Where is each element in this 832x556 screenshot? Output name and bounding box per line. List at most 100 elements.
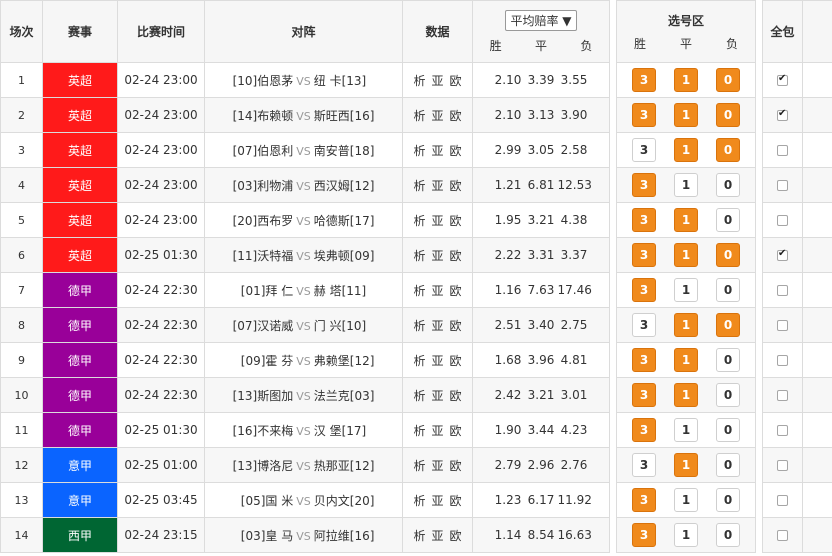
pick-draw-button[interactable]: 1 (674, 523, 698, 547)
pick-draw-button[interactable]: 1 (674, 68, 698, 92)
asian-odds-link[interactable]: 亚 (431, 424, 443, 438)
analysis-link[interactable]: 析 (413, 109, 425, 123)
pick-win-button[interactable]: 3 (632, 313, 656, 337)
pick-win-button[interactable]: 3 (632, 68, 656, 92)
home-team-link[interactable]: 布赖顿 (257, 109, 293, 123)
full-checkbox[interactable] (777, 460, 788, 471)
pick-win-button[interactable]: 3 (632, 173, 656, 197)
league-badge[interactable]: 英超 (42, 202, 118, 238)
asian-odds-link[interactable]: 亚 (431, 179, 443, 193)
pick-draw-button[interactable]: 1 (674, 138, 698, 162)
home-team-link[interactable]: 不来梅 (257, 424, 293, 438)
euro-odds-link[interactable]: 欧 (450, 144, 462, 158)
home-team-link[interactable]: 沃特福 (257, 249, 293, 263)
pick-lose-button[interactable]: 0 (716, 418, 740, 442)
league-badge[interactable]: 德甲 (42, 412, 118, 448)
home-team-link[interactable]: 斯图加 (257, 389, 293, 403)
asian-odds-link[interactable]: 亚 (431, 249, 443, 263)
euro-odds-link[interactable]: 欧 (450, 494, 462, 508)
asian-odds-link[interactable]: 亚 (431, 319, 443, 333)
full-checkbox[interactable] (777, 215, 788, 226)
away-team-link[interactable]: 法兰克 (314, 389, 350, 403)
analysis-link[interactable]: 析 (413, 389, 425, 403)
euro-odds-link[interactable]: 欧 (450, 109, 462, 123)
euro-odds-link[interactable]: 欧 (450, 214, 462, 228)
pick-lose-button[interactable]: 0 (716, 103, 740, 127)
pick-lose-button[interactable]: 0 (716, 383, 740, 407)
euro-odds-link[interactable]: 欧 (450, 284, 462, 298)
league-badge[interactable]: 德甲 (42, 307, 118, 343)
euro-odds-link[interactable]: 欧 (450, 459, 462, 473)
asian-odds-link[interactable]: 亚 (431, 494, 443, 508)
pick-lose-button[interactable]: 0 (716, 348, 740, 372)
league-badge[interactable]: 英超 (42, 237, 118, 273)
home-team-link[interactable]: 汉诺威 (257, 319, 293, 333)
analysis-link[interactable]: 析 (413, 459, 425, 473)
asian-odds-link[interactable]: 亚 (431, 214, 443, 228)
asian-odds-link[interactable]: 亚 (431, 109, 443, 123)
pick-draw-button[interactable]: 1 (674, 348, 698, 372)
pick-win-button[interactable]: 3 (632, 348, 656, 372)
full-checkbox[interactable] (777, 180, 788, 191)
pick-lose-button[interactable]: 0 (716, 488, 740, 512)
away-team-link[interactable]: 西汉姆 (314, 179, 350, 193)
asian-odds-link[interactable]: 亚 (431, 529, 443, 543)
full-checkbox[interactable] (777, 108, 788, 121)
away-team-link[interactable]: 阿拉维 (314, 529, 350, 543)
euro-odds-link[interactable]: 欧 (450, 74, 462, 88)
pick-draw-button[interactable]: 1 (674, 453, 698, 477)
analysis-link[interactable]: 析 (413, 214, 425, 228)
home-team-link[interactable]: 皇 马 (265, 529, 293, 543)
pick-draw-button[interactable]: 1 (674, 313, 698, 337)
league-badge[interactable]: 西甲 (42, 517, 118, 553)
euro-odds-link[interactable]: 欧 (450, 529, 462, 543)
pick-lose-button[interactable]: 0 (716, 453, 740, 477)
pick-lose-button[interactable]: 0 (716, 138, 740, 162)
pick-win-button[interactable]: 3 (632, 418, 656, 442)
home-team-link[interactable]: 博洛尼 (257, 459, 293, 473)
pick-lose-button[interactable]: 0 (716, 523, 740, 547)
pick-draw-button[interactable]: 1 (674, 243, 698, 267)
analysis-link[interactable]: 析 (413, 354, 425, 368)
asian-odds-link[interactable]: 亚 (431, 459, 443, 473)
full-checkbox[interactable] (777, 425, 788, 436)
pick-lose-button[interactable]: 0 (716, 313, 740, 337)
pick-draw-button[interactable]: 1 (674, 103, 698, 127)
full-checkbox[interactable] (777, 495, 788, 506)
league-badge[interactable]: 英超 (42, 132, 118, 168)
league-badge[interactable]: 英超 (42, 167, 118, 203)
pick-lose-button[interactable]: 0 (716, 278, 740, 302)
pick-win-button[interactable]: 3 (632, 103, 656, 127)
pick-win-button[interactable]: 3 (632, 488, 656, 512)
asian-odds-link[interactable]: 亚 (431, 74, 443, 88)
away-team-link[interactable]: 汉 堡 (314, 424, 342, 438)
pick-win-button[interactable]: 3 (632, 523, 656, 547)
away-team-link[interactable]: 赫 塔 (314, 284, 342, 298)
analysis-link[interactable]: 析 (413, 424, 425, 438)
full-checkbox[interactable] (777, 530, 788, 541)
pick-draw-button[interactable]: 1 (674, 383, 698, 407)
euro-odds-link[interactable]: 欧 (450, 249, 462, 263)
analysis-link[interactable]: 析 (413, 494, 425, 508)
euro-odds-link[interactable]: 欧 (450, 179, 462, 193)
full-checkbox[interactable] (777, 285, 788, 296)
asian-odds-link[interactable]: 亚 (431, 284, 443, 298)
pick-lose-button[interactable]: 0 (716, 173, 740, 197)
pick-win-button[interactable]: 3 (632, 138, 656, 162)
analysis-link[interactable]: 析 (413, 284, 425, 298)
full-checkbox[interactable] (777, 355, 788, 366)
home-team-link[interactable]: 国 米 (265, 494, 293, 508)
euro-odds-link[interactable]: 欧 (450, 424, 462, 438)
away-team-link[interactable]: 斯旺西 (314, 109, 350, 123)
league-badge[interactable]: 德甲 (42, 377, 118, 413)
pick-draw-button[interactable]: 1 (674, 208, 698, 232)
away-team-link[interactable]: 热那亚 (314, 459, 350, 473)
away-team-link[interactable]: 纽 卡 (314, 74, 342, 88)
pick-lose-button[interactable]: 0 (716, 68, 740, 92)
away-team-link[interactable]: 南安普 (314, 144, 350, 158)
full-checkbox[interactable] (777, 390, 788, 401)
analysis-link[interactable]: 析 (413, 74, 425, 88)
pick-lose-button[interactable]: 0 (716, 243, 740, 267)
analysis-link[interactable]: 析 (413, 179, 425, 193)
home-team-link[interactable]: 拜 仁 (265, 284, 293, 298)
